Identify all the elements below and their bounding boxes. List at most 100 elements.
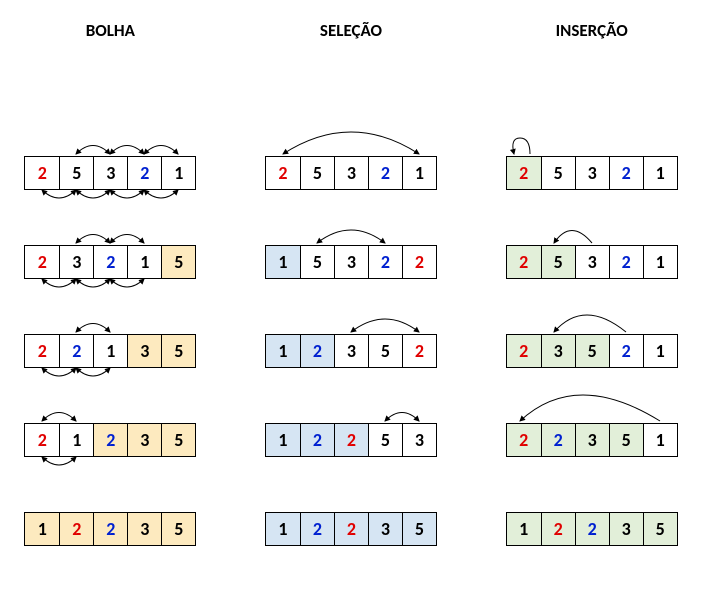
bolha-step-1: 23215 xyxy=(10,245,211,279)
seleção-step-3: 12253 xyxy=(251,423,452,457)
array-cell: 2 xyxy=(266,157,300,189)
array-cell: 1 xyxy=(266,246,300,278)
array-cell: 3 xyxy=(334,157,368,189)
array-row: 22135 xyxy=(24,334,196,368)
array-cell: 2 xyxy=(609,335,643,367)
array-cell: 5 xyxy=(643,513,677,545)
array-cell: 1 xyxy=(643,246,677,278)
array-cell: 3 xyxy=(541,335,575,367)
array-cell: 1 xyxy=(266,424,300,456)
array-cell: 2 xyxy=(59,335,93,367)
inserção-step-0: 25321 xyxy=(491,156,692,190)
array-cell: 3 xyxy=(127,335,161,367)
array-cell: 2 xyxy=(402,246,436,278)
array-cell: 5 xyxy=(161,424,195,456)
array-row: 12253 xyxy=(265,423,437,457)
bolha-step-3: 21235 xyxy=(10,423,211,457)
array-row: 25321 xyxy=(506,245,678,279)
array-row: 23521 xyxy=(506,334,678,368)
array-cell: 1 xyxy=(266,513,300,545)
array-row: 23215 xyxy=(24,245,196,279)
bolha-step-4: 12235 xyxy=(10,512,211,546)
inserção-step-4: 12235 xyxy=(491,512,692,546)
array-cell: 3 xyxy=(334,246,368,278)
array-cell: 5 xyxy=(609,424,643,456)
bolha-step-2: 22135 xyxy=(10,334,211,368)
array-cell: 2 xyxy=(368,246,402,278)
inserção-step-2: 23521 xyxy=(491,334,692,368)
array-cell: 5 xyxy=(300,157,334,189)
array-cell: 2 xyxy=(25,157,59,189)
array-cell: 2 xyxy=(541,513,575,545)
array-cell: 5 xyxy=(161,513,195,545)
array-cell: 5 xyxy=(368,424,402,456)
array-cell: 2 xyxy=(402,335,436,367)
array-cell: 2 xyxy=(300,335,334,367)
array-cell: 2 xyxy=(507,424,541,456)
array-cell: 1 xyxy=(643,335,677,367)
array-cell: 5 xyxy=(575,335,609,367)
array-row: 12235 xyxy=(265,512,437,546)
array-cell: 2 xyxy=(507,246,541,278)
array-cell: 1 xyxy=(266,335,300,367)
array-cell: 1 xyxy=(643,157,677,189)
array-cell: 3 xyxy=(575,246,609,278)
column-header-0: BOLHA xyxy=(10,20,211,41)
array-cell: 2 xyxy=(127,157,161,189)
array-cell: 3 xyxy=(402,424,436,456)
array-cell: 1 xyxy=(93,335,127,367)
inserção-step-3: 22351 xyxy=(491,423,692,457)
array-cell: 1 xyxy=(507,513,541,545)
array-cell: 5 xyxy=(59,157,93,189)
array-cell: 2 xyxy=(25,424,59,456)
array-cell: 2 xyxy=(507,335,541,367)
array-cell: 2 xyxy=(59,513,93,545)
array-cell: 2 xyxy=(25,335,59,367)
array-cell: 2 xyxy=(507,157,541,189)
array-cell: 3 xyxy=(93,157,127,189)
array-row: 25321 xyxy=(265,156,437,190)
array-cell: 3 xyxy=(59,246,93,278)
array-cell: 1 xyxy=(402,157,436,189)
array-row: 25321 xyxy=(24,156,196,190)
seleção-step-0: 25321 xyxy=(251,156,452,190)
array-row: 15322 xyxy=(265,245,437,279)
array-cell: 2 xyxy=(300,424,334,456)
array-cell: 2 xyxy=(93,424,127,456)
array-cell: 3 xyxy=(127,513,161,545)
column-header-1: SELEÇÃO xyxy=(251,20,452,41)
array-cell: 2 xyxy=(25,246,59,278)
array-cell: 1 xyxy=(643,424,677,456)
array-cell: 2 xyxy=(541,424,575,456)
array-cell: 5 xyxy=(368,335,402,367)
array-cell: 2 xyxy=(334,513,368,545)
array-cell: 5 xyxy=(300,246,334,278)
array-row: 12235 xyxy=(24,512,196,546)
array-cell: 3 xyxy=(575,424,609,456)
array-row: 22351 xyxy=(506,423,678,457)
array-row: 12235 xyxy=(506,512,678,546)
seleção-step-2: 12352 xyxy=(251,334,452,368)
array-cell: 3 xyxy=(127,424,161,456)
array-cell: 1 xyxy=(59,424,93,456)
array-cell: 1 xyxy=(161,157,195,189)
array-cell: 3 xyxy=(575,157,609,189)
array-cell: 2 xyxy=(334,424,368,456)
array-cell: 5 xyxy=(402,513,436,545)
array-cell: 3 xyxy=(368,513,402,545)
array-cell: 3 xyxy=(334,335,368,367)
array-cell: 5 xyxy=(161,335,195,367)
seleção-step-4: 12235 xyxy=(251,512,452,546)
column-header-2: INSERÇÃO xyxy=(491,20,692,41)
sorting-comparison-grid: BOLHASELEÇÃOINSERÇÃO25321253212532123215… xyxy=(10,20,692,546)
array-cell: 1 xyxy=(25,513,59,545)
seleção-step-1: 15322 xyxy=(251,245,452,279)
array-cell: 2 xyxy=(93,513,127,545)
array-cell: 2 xyxy=(300,513,334,545)
array-cell: 2 xyxy=(93,246,127,278)
array-cell: 1 xyxy=(127,246,161,278)
array-cell: 5 xyxy=(541,246,575,278)
array-cell: 2 xyxy=(609,246,643,278)
array-cell: 2 xyxy=(609,157,643,189)
array-cell: 2 xyxy=(575,513,609,545)
